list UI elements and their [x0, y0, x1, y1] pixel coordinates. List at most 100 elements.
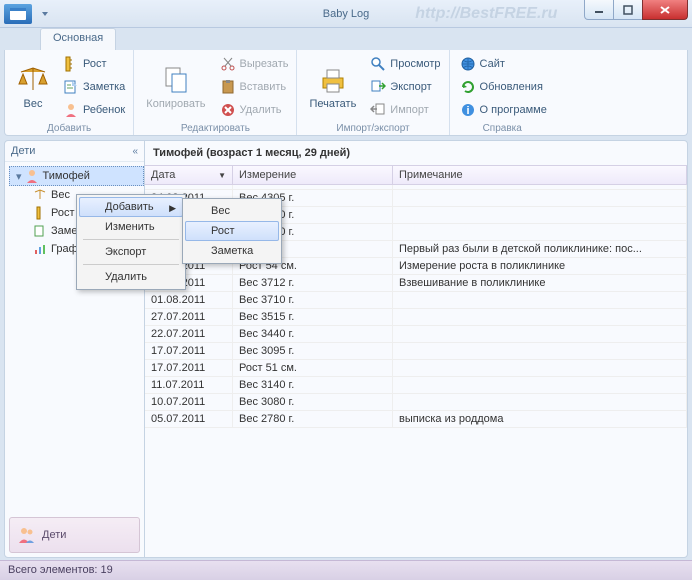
cell-note: Взвешивание в поликлинике: [393, 275, 687, 291]
col-measure[interactable]: Измерение: [233, 166, 393, 184]
watermark: http://BestFREE.ru: [415, 5, 557, 23]
grid-header: Дата▼ Измерение Примечание: [145, 165, 687, 185]
sort-desc-icon: ▼: [218, 171, 226, 180]
cell-note: [393, 394, 687, 410]
delete-button[interactable]: Удалить: [216, 101, 293, 119]
cell-note: Измерение роста в поликлинике: [393, 258, 687, 274]
scale-icon: [17, 64, 49, 96]
group-label: Добавить: [5, 123, 133, 134]
ribbon-group-help: Сайт Обновления iО программе Справка: [450, 50, 555, 135]
ruler-icon: [63, 56, 79, 72]
add-height-button[interactable]: Рост: [59, 55, 129, 73]
copy-icon: [160, 64, 192, 96]
app-icon[interactable]: [4, 4, 32, 24]
title-bar: Baby Log http://BestFREE.ru: [0, 0, 692, 28]
cell-measure: Вес 3440 г.: [233, 326, 393, 342]
minimize-button[interactable]: [584, 0, 614, 20]
cell-date: 17.07.2011: [145, 343, 233, 359]
print-button[interactable]: Печатать: [301, 52, 364, 121]
ctx-sub-note[interactable]: Заметка: [185, 241, 279, 261]
add-note-button[interactable]: Заметка: [59, 78, 129, 96]
cell-measure: Рост 51 см.: [233, 360, 393, 376]
cell-note: [393, 309, 687, 325]
add-weight-button[interactable]: Вес: [9, 52, 57, 121]
content-header: Тимофей (возраст 1 месяц, 29 дней): [145, 141, 687, 165]
updates-button[interactable]: Обновления: [456, 78, 551, 96]
ctx-sub-height[interactable]: Рост: [185, 221, 279, 241]
info-icon: i: [460, 102, 476, 118]
cell-note: [393, 360, 687, 376]
export-button[interactable]: Экспорт: [366, 78, 444, 96]
globe-icon: [460, 56, 476, 72]
child-icon: [63, 102, 79, 118]
ribbon-group-add: Вес Рост Заметка Ребенок Добавить: [5, 50, 134, 135]
ctx-add[interactable]: Добавить ▶ Вес Рост Заметка: [79, 197, 183, 217]
col-note[interactable]: Примечание: [393, 166, 687, 184]
about-button[interactable]: iО программе: [456, 101, 551, 119]
view-button[interactable]: Просмотр: [366, 55, 444, 73]
table-row[interactable]: 22.07.2011Вес 3440 г.: [145, 326, 687, 343]
table-row[interactable]: 10.07.2011Вес 3080 г.: [145, 394, 687, 411]
ctx-export[interactable]: Экспорт: [79, 242, 183, 262]
cell-note: [393, 207, 687, 223]
add-child-button[interactable]: Ребенок: [59, 101, 129, 119]
tab-main[interactable]: Основная: [40, 28, 116, 50]
tree-child[interactable]: ▾ Тимофей: [9, 166, 144, 186]
status-text: Всего элементов: 19: [8, 564, 113, 576]
group-label: Справка: [450, 123, 555, 134]
table-row[interactable]: 05.07.2011Вес 2780 г.выписка из роддома: [145, 411, 687, 428]
collapse-icon[interactable]: «: [132, 146, 138, 157]
import-icon: [370, 102, 386, 118]
children-icon: [18, 526, 36, 544]
paste-button[interactable]: Вставить: [216, 78, 293, 96]
scissors-icon: [220, 56, 236, 72]
delete-icon: [220, 102, 236, 118]
ctx-sub-weight[interactable]: Вес: [185, 201, 279, 221]
ribbon: Вес Рост Заметка Ребенок Добавить Копиро…: [4, 50, 688, 136]
table-row[interactable]: 11.07.2011Вес 3140 г.: [145, 377, 687, 394]
window-title: Baby Log: [323, 8, 369, 20]
cell-measure: Вес 3140 г.: [233, 377, 393, 393]
chart-icon: [33, 242, 47, 256]
sidebar-footer-children[interactable]: Дети: [9, 517, 140, 553]
sidebar-header: Дети «: [5, 141, 144, 162]
cell-date: 17.07.2011: [145, 360, 233, 376]
cell-measure: Вес 3080 г.: [233, 394, 393, 410]
cell-measure: Вес 3710 г.: [233, 292, 393, 308]
context-menu: Добавить ▶ Вес Рост Заметка Изменить Экс…: [76, 194, 186, 290]
cell-note: [393, 326, 687, 342]
import-button[interactable]: Импорт: [366, 101, 444, 119]
sidebar-title: Дети: [11, 145, 35, 157]
table-row[interactable]: 02.08.2011Вес 3712 г.Взвешивание в полик…: [145, 275, 687, 292]
cell-date: 27.07.2011: [145, 309, 233, 325]
table-row[interactable]: 17.07.2011Вес 3095 г.: [145, 343, 687, 360]
cell-note: [393, 190, 687, 206]
table-row[interactable]: 01.08.2011Вес 3710 г.: [145, 292, 687, 309]
table-row[interactable]: 17.07.2011Рост 51 см.: [145, 360, 687, 377]
separator: [83, 264, 179, 265]
cell-measure: Вес 2780 г.: [233, 411, 393, 427]
separator: [83, 239, 179, 240]
table-row[interactable]: 27.07.2011Вес 3515 г.: [145, 309, 687, 326]
col-date[interactable]: Дата▼: [145, 166, 233, 184]
cell-note: [393, 343, 687, 359]
cell-measure: [233, 185, 393, 189]
ribbon-group-edit: Копировать Вырезать Вставить Удалить Ред…: [134, 50, 297, 135]
cut-button[interactable]: Вырезать: [216, 55, 293, 73]
quick-access-dropdown[interactable]: [42, 9, 52, 19]
site-button[interactable]: Сайт: [456, 55, 551, 73]
ribbon-tabs: Основная: [0, 28, 692, 50]
ctx-delete[interactable]: Удалить: [79, 267, 183, 287]
ctx-edit[interactable]: Изменить: [79, 217, 183, 237]
maximize-button[interactable]: [613, 0, 643, 20]
cell-note: [393, 292, 687, 308]
copy-button[interactable]: Копировать: [138, 52, 213, 121]
close-button[interactable]: [642, 0, 688, 20]
note-icon: [33, 224, 47, 238]
status-bar: Всего элементов: 19: [0, 560, 692, 580]
printer-icon: [317, 64, 349, 96]
cell-measure: Вес 3515 г.: [233, 309, 393, 325]
export-icon: [370, 79, 386, 95]
svg-text:i: i: [466, 105, 469, 117]
ribbon-group-io: Печатать Просмотр Экспорт Импорт Импорт/…: [297, 50, 449, 135]
